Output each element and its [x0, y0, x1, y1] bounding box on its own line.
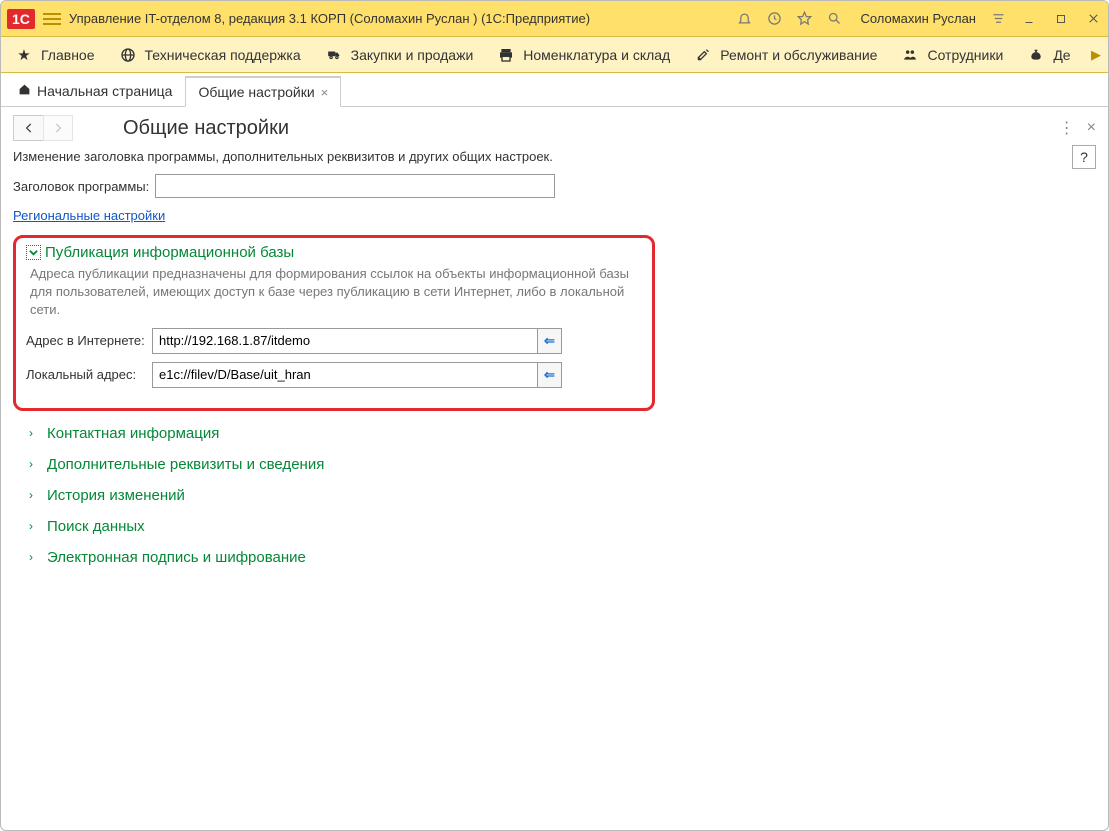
section-label: Главное: [41, 47, 95, 63]
more-vert-icon[interactable]: ⋮: [1059, 118, 1075, 138]
tabs-bar: Начальная страница Общие настройки ×: [1, 73, 1108, 107]
toolbar-more-icon[interactable]: ▶: [1088, 47, 1104, 63]
section-label: Де: [1053, 47, 1070, 63]
page-description: Изменение заголовка программы, дополните…: [13, 149, 1096, 164]
local-address-label: Локальный адрес:: [26, 367, 146, 382]
chevron-right-icon: ›: [23, 488, 39, 502]
chevron-right-icon: ›: [23, 426, 39, 440]
tab-start-page[interactable]: Начальная страница: [5, 76, 185, 106]
section-data-search[interactable]: › Поиск данных: [23, 518, 1096, 535]
home-icon: [18, 83, 31, 99]
section-label: Дополнительные реквизиты и сведения: [47, 456, 324, 473]
section-additional-props[interactable]: › Дополнительные реквизиты и сведения: [23, 456, 1096, 473]
minimize-button[interactable]: [1020, 10, 1038, 28]
sections-toolbar: ★ Главное Техническая поддержка Закупки …: [1, 37, 1108, 73]
publication-section-highlight: Публикация информационной базы Адреса пу…: [13, 235, 655, 411]
help-button[interactable]: ?: [1072, 145, 1096, 169]
section-label: Контактная информация: [47, 425, 219, 442]
chevron-right-icon: ›: [23, 519, 39, 533]
program-title-input[interactable]: [155, 174, 555, 198]
local-address-insert-button[interactable]: ⇐: [537, 363, 561, 387]
tools-icon: [694, 47, 712, 63]
star-icon[interactable]: [796, 11, 812, 27]
local-address-input[interactable]: [153, 363, 537, 387]
section-contact-info[interactable]: › Контактная информация: [23, 425, 1096, 442]
people-icon: [901, 47, 919, 63]
regional-settings-link[interactable]: Региональные настройки: [13, 208, 165, 223]
hamburger-icon[interactable]: [43, 13, 61, 25]
section-change-history[interactable]: › История изменений: [23, 487, 1096, 504]
content-area: Общие настройки ⋮ × Изменение заголовка …: [1, 107, 1108, 830]
username-label[interactable]: Соломахин Руслан: [860, 11, 976, 26]
publication-section-desc: Адреса публикации предназначены для форм…: [30, 265, 642, 320]
chevron-right-icon: ›: [23, 550, 39, 564]
globe-icon: [119, 47, 137, 63]
tab-label: Общие настройки: [198, 84, 314, 100]
section-label: Закупки и продажи: [351, 47, 474, 63]
tab-general-settings[interactable]: Общие настройки ×: [185, 76, 341, 107]
section-employees[interactable]: Сотрудники: [891, 43, 1013, 67]
section-repair[interactable]: Ремонт и обслуживание: [684, 43, 887, 67]
section-collapse-toggle[interactable]: [26, 245, 41, 260]
tab-label: Начальная страница: [37, 83, 172, 99]
section-main[interactable]: ★ Главное: [5, 43, 105, 67]
title-bar: 1C Управление IT-отделом 8, редакция 3.1…: [1, 1, 1108, 37]
section-stock[interactable]: Номенклатура и склад: [487, 43, 680, 67]
star-fill-icon: ★: [15, 47, 33, 63]
internet-address-input[interactable]: [153, 329, 537, 353]
program-title-label: Заголовок программы:: [13, 179, 149, 194]
maximize-button[interactable]: [1052, 10, 1070, 28]
settings-lines-icon[interactable]: [990, 11, 1006, 27]
close-button[interactable]: [1084, 10, 1102, 28]
history-icon[interactable]: [766, 11, 782, 27]
section-label: Поиск данных: [47, 518, 145, 535]
section-label: Ремонт и обслуживание: [720, 47, 877, 63]
money-bag-icon: [1027, 47, 1045, 63]
section-money[interactable]: Де: [1017, 43, 1080, 67]
publication-section-title[interactable]: Публикация информационной базы: [45, 244, 294, 261]
printer-icon: [497, 47, 515, 63]
internet-address-insert-button[interactable]: ⇐: [537, 329, 561, 353]
internet-address-label: Адрес в Интернете:: [26, 333, 146, 348]
page-title: Общие настройки: [123, 117, 289, 140]
section-label: Электронная подпись и шифрование: [47, 549, 306, 566]
section-purchasing[interactable]: Закупки и продажи: [315, 43, 484, 67]
section-label: История изменений: [47, 487, 185, 504]
page-close-icon[interactable]: ×: [1087, 119, 1096, 137]
tab-close-icon[interactable]: ×: [321, 85, 329, 100]
section-label: Номенклатура и склад: [523, 47, 670, 63]
logo-1c: 1C: [7, 9, 35, 29]
bell-icon[interactable]: [736, 11, 752, 27]
section-label: Техническая поддержка: [145, 47, 301, 63]
truck-icon: [325, 47, 343, 63]
nav-back-button[interactable]: [13, 115, 43, 141]
section-support[interactable]: Техническая поддержка: [109, 43, 311, 67]
section-label: Сотрудники: [927, 47, 1003, 63]
chevron-right-icon: ›: [23, 457, 39, 471]
section-esignature[interactable]: › Электронная подпись и шифрование: [23, 549, 1096, 566]
nav-forward-button[interactable]: [43, 115, 73, 141]
window-title: Управление IT-отделом 8, редакция 3.1 КО…: [69, 11, 729, 26]
search-icon[interactable]: [826, 11, 842, 27]
